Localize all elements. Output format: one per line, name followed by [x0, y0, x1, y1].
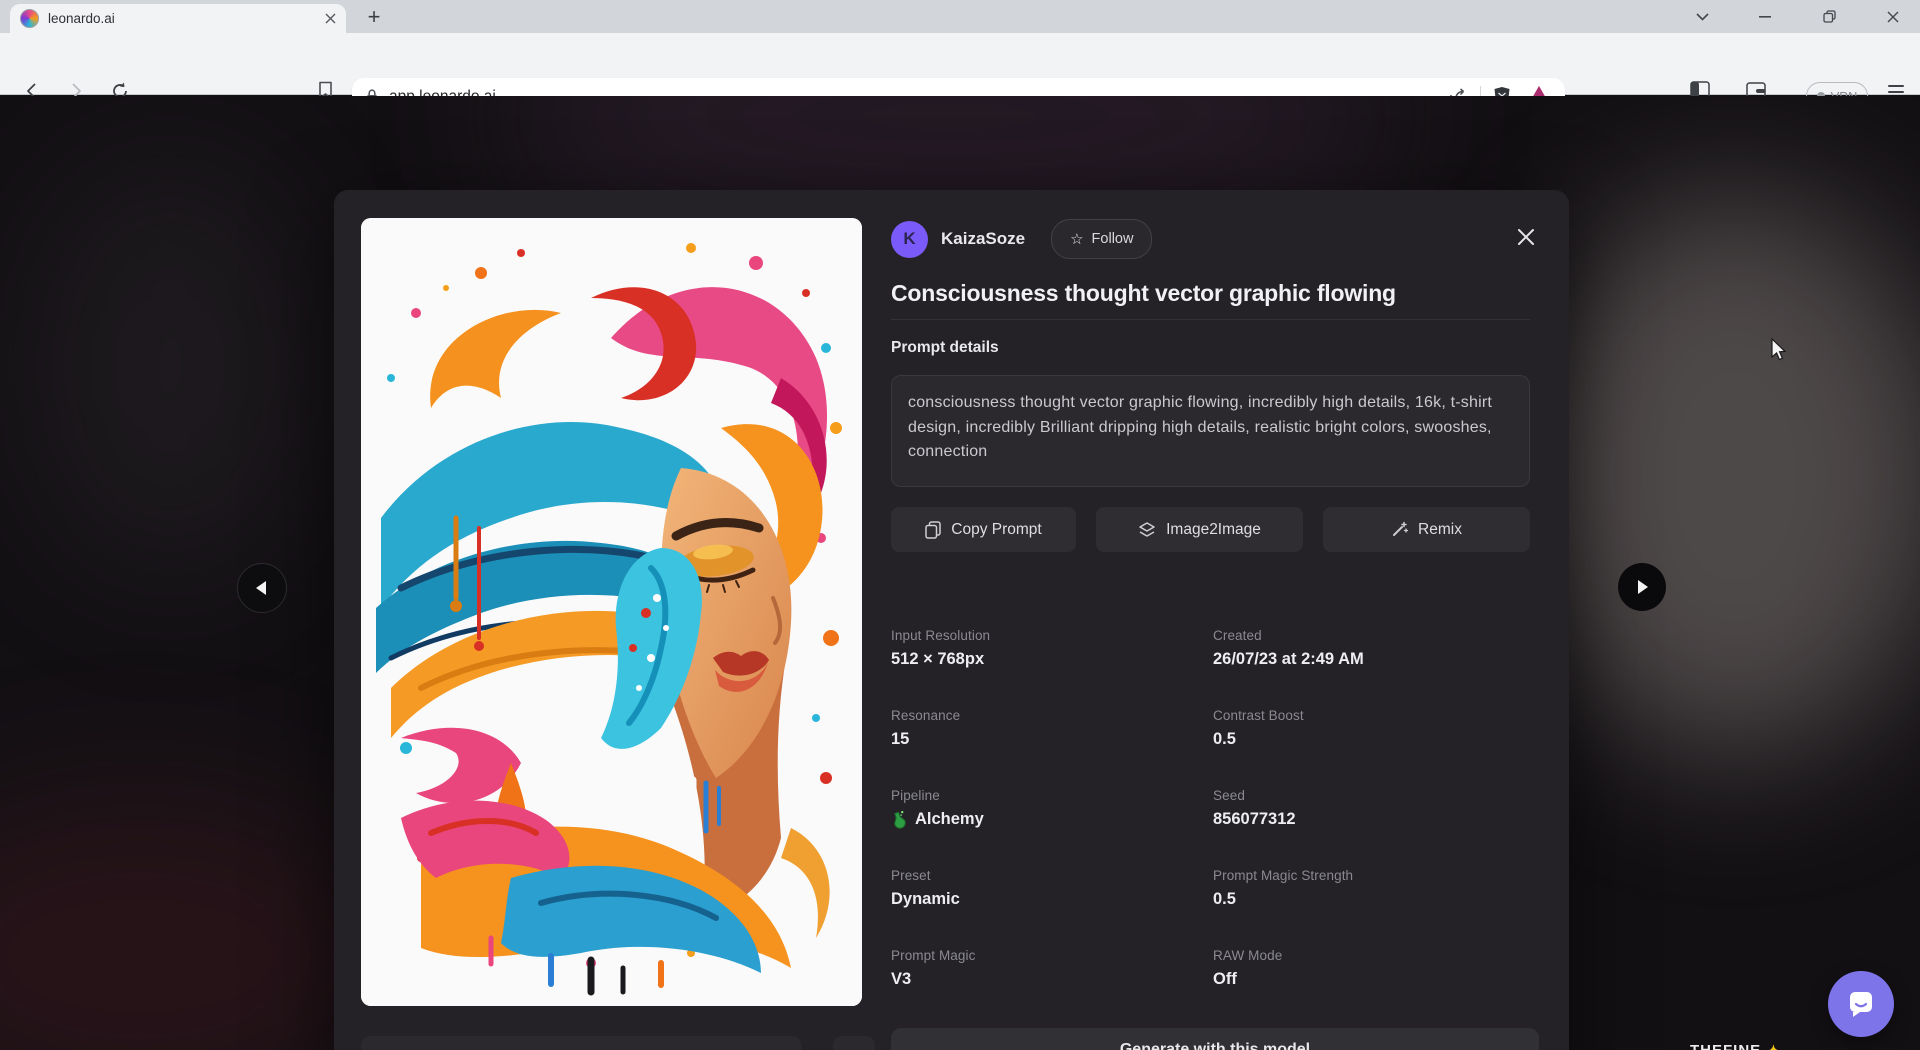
author-name[interactable]: KaizaSoze — [941, 229, 1025, 249]
detail-label: Prompt Magic — [891, 948, 1213, 963]
follow-label: Follow — [1092, 231, 1134, 247]
detail-raw-mode: RAW Mode Off — [1213, 948, 1513, 989]
author-header: K KaizaSoze ☆ Follow — [891, 219, 1152, 259]
image-title: Consciousness thought vector graphic flo… — [891, 280, 1511, 307]
window-minimize-button[interactable] — [1740, 0, 1790, 33]
copy-prompt-button[interactable]: Copy Prompt — [891, 507, 1076, 552]
detail-value: Off — [1213, 970, 1513, 989]
detail-resonance: Resonance 15 — [891, 708, 1213, 749]
window-close-button[interactable] — [1868, 0, 1918, 33]
detail-label: Input Resolution — [891, 628, 1213, 643]
divider — [891, 319, 1530, 320]
chat-bubble-icon — [1845, 988, 1877, 1020]
detail-value: 512 × 768px — [891, 650, 1213, 669]
detail-input-resolution: Input Resolution 512 × 768px — [891, 628, 1213, 669]
detail-preset: Preset Dynamic — [891, 868, 1213, 909]
detail-label: Pipeline — [891, 788, 1213, 803]
thumbnail-button[interactable] — [833, 1036, 875, 1050]
detail-value: V3 — [891, 970, 1213, 989]
action-buttons: Copy Prompt Image2Image Remix — [891, 507, 1530, 552]
detail-label: RAW Mode — [1213, 948, 1513, 963]
avatar[interactable]: K — [891, 221, 928, 258]
new-tab-button[interactable]: + — [360, 3, 388, 31]
remix-button[interactable]: Remix — [1323, 507, 1530, 552]
detail-label: Contrast Boost — [1213, 708, 1513, 723]
generate-with-model-button[interactable]: Generate with this model — [891, 1028, 1539, 1050]
detail-value: 0.5 — [1213, 890, 1513, 909]
browser-tab[interactable]: leonardo.ai — [10, 4, 346, 33]
browser-toolbar: app.leonardo.ai VPN — [0, 33, 1920, 95]
watermark: THEFINE ✦ — [1690, 1042, 1781, 1050]
arrow-right-icon — [1638, 580, 1648, 594]
image-detail-modal: K KaizaSoze ☆ Follow Consciousness thoug… — [334, 190, 1569, 1050]
detail-label: Preset — [891, 868, 1213, 883]
tab-title: leonardo.ai — [48, 11, 325, 26]
detail-value: 0.5 — [1213, 730, 1513, 749]
arrow-left-icon — [256, 581, 266, 595]
previous-image-button[interactable] — [237, 563, 287, 613]
prompt-details-heading: Prompt details — [891, 339, 999, 357]
close-icon[interactable] — [1513, 224, 1539, 250]
metadata-grid: Input Resolution 512 × 768px Created 26/… — [891, 628, 1513, 989]
next-image-button[interactable] — [1618, 563, 1666, 611]
detail-created: Created 26/07/23 at 2:49 AM — [1213, 628, 1513, 669]
image2image-button[interactable]: Image2Image — [1096, 507, 1303, 552]
detail-value: Dynamic — [891, 890, 1213, 909]
detail-seed: Seed 856077312 — [1213, 788, 1513, 829]
leonardo-favicon — [20, 9, 39, 28]
support-chat-button[interactable] — [1828, 971, 1894, 1037]
tab-close-icon[interactable] — [325, 13, 336, 24]
follow-button[interactable]: ☆ Follow — [1051, 219, 1152, 259]
detail-panel: K KaizaSoze ☆ Follow Consciousness thoug… — [891, 217, 1530, 1050]
detail-label: Created — [1213, 628, 1513, 643]
star-icon: ☆ — [1070, 230, 1083, 248]
thumbnail-strip[interactable] — [361, 1036, 801, 1050]
background-blur-blob — [1520, 196, 1920, 756]
potion-flask-icon — [889, 808, 910, 830]
prompt-text[interactable]: consciousness thought vector graphic flo… — [891, 375, 1530, 487]
detail-value: 26/07/23 at 2:49 AM — [1213, 650, 1513, 669]
detail-value: 856077312 — [1213, 810, 1513, 829]
detail-pipeline: Pipeline Alchemy — [891, 788, 1213, 829]
background-blur-blob — [30, 156, 310, 576]
generated-image[interactable] — [361, 218, 862, 1006]
magic-wand-icon — [1391, 521, 1408, 538]
detail-prompt-magic: Prompt Magic V3 — [891, 948, 1213, 989]
detail-label: Resonance — [891, 708, 1213, 723]
detail-label: Seed — [1213, 788, 1513, 803]
tab-strip: leonardo.ai + — [0, 0, 1920, 33]
detail-value: Alchemy — [915, 810, 984, 829]
layers-icon — [1138, 522, 1156, 538]
window-restore-button[interactable] — [1804, 0, 1854, 33]
copy-icon — [925, 521, 941, 539]
tab-search-chevron-icon[interactable] — [1677, 0, 1727, 33]
detail-contrast-boost: Contrast Boost 0.5 — [1213, 708, 1513, 749]
detail-prompt-magic-strength: Prompt Magic Strength 0.5 — [1213, 868, 1513, 909]
detail-value: 15 — [891, 730, 1213, 749]
detail-label: Prompt Magic Strength — [1213, 868, 1513, 883]
page-background: K KaizaSoze ☆ Follow Consciousness thoug… — [0, 96, 1920, 1050]
flame-icon: ✦ — [1767, 1042, 1781, 1050]
